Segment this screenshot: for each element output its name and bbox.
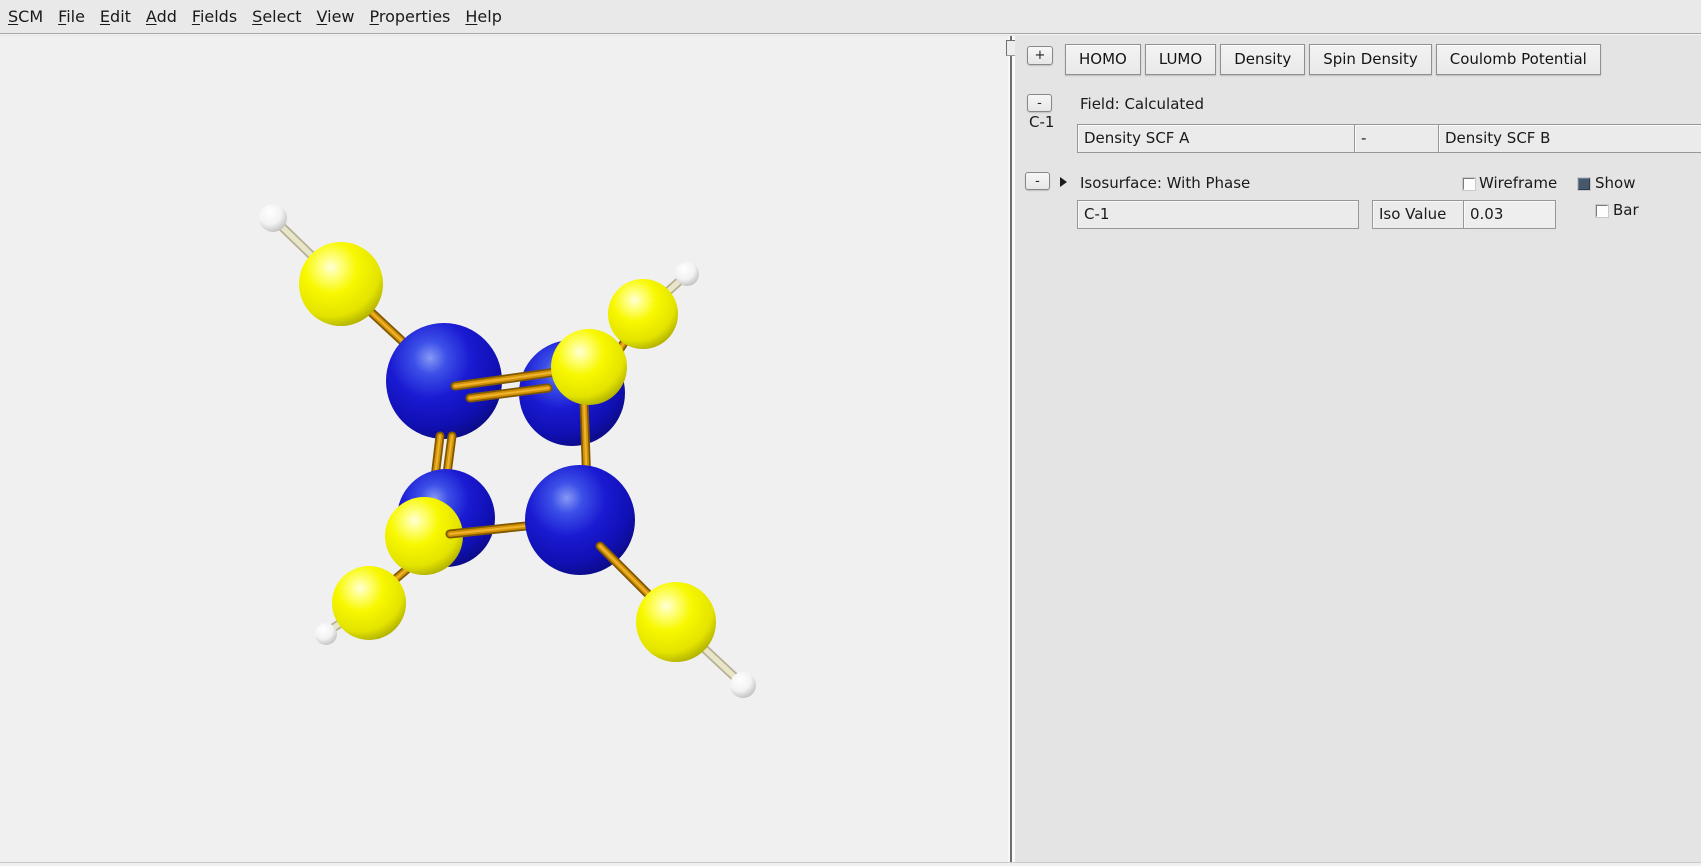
tab-spin-density[interactable]: Spin Density <box>1309 44 1432 75</box>
menu-item-file[interactable]: File <box>58 7 85 26</box>
field-id-label: C-1 <box>1029 113 1055 131</box>
atom-hydrogen[interactable] <box>315 623 337 645</box>
bar-checkbox[interactable] <box>1596 205 1608 217</box>
tab-coulomb-potential[interactable]: Coulomb Potential <box>1435 44 1601 75</box>
menubar: SCM File Edit Add Fields Select View Properties… <box>0 0 1701 33</box>
panel-splitter[interactable] <box>1006 36 1019 862</box>
window-bottom-edge <box>0 862 1701 866</box>
field-preset-tabs: HOMO LUMO Density Spin Density Coulomb Poten… <box>1065 44 1601 75</box>
wireframe-checkbox[interactable] <box>1463 178 1475 190</box>
fields-panel: + HOMO LUMO Density Spin Density Coulomb Pot… <box>1015 36 1701 862</box>
molecule-viewport[interactable] <box>0 36 1008 862</box>
menu-item-select[interactable]: Select <box>252 7 301 26</box>
tab-homo[interactable]: HOMO <box>1065 44 1141 75</box>
show-checkbox[interactable] <box>1578 178 1590 190</box>
wireframe-checkbox-label[interactable]: Wireframe <box>1479 175 1557 192</box>
menu-item-scm[interactable]: SCM <box>8 7 43 26</box>
atom-sulfur[interactable] <box>332 566 406 640</box>
atom-hydrogen[interactable] <box>675 262 699 286</box>
atom-sulfur[interactable] <box>299 242 383 326</box>
field-operands-row: Density SCF A - Density SCF B <box>1077 124 1701 153</box>
iso-value-input[interactable]: 0.03 <box>1463 200 1556 229</box>
bar-checkbox-label[interactable]: Bar <box>1613 202 1639 219</box>
isosurface-section-title: Isosurface: With Phase <box>1080 174 1251 192</box>
atom-sulfur[interactable] <box>551 329 627 405</box>
menu-item-properties[interactable]: Properties <box>370 7 451 26</box>
menu-item-fields[interactable]: Fields <box>192 7 237 26</box>
molecule-3d-scene <box>259 204 756 698</box>
atom-sulfur[interactable] <box>636 582 716 662</box>
application-window: SCM File Edit Add Fields Select View Properties… <box>0 0 1701 866</box>
density-scf-a-select[interactable]: Density SCF A <box>1077 124 1355 153</box>
isosurface-name-input[interactable]: C-1 <box>1077 200 1359 229</box>
tab-density[interactable]: Density <box>1220 44 1306 75</box>
remove-isosurface-button[interactable]: - <box>1025 172 1050 190</box>
field-operator-select[interactable]: - <box>1354 124 1439 153</box>
menu-item-view[interactable]: View <box>317 7 355 26</box>
menu-item-help[interactable]: Help <box>465 7 501 26</box>
density-scf-b-select[interactable]: Density SCF B <box>1438 124 1701 153</box>
atom-hydrogen[interactable] <box>259 204 287 232</box>
remove-field-button[interactable]: - <box>1027 94 1052 112</box>
expander-triangle-icon[interactable] <box>1060 177 1067 187</box>
menu-item-add[interactable]: Add <box>146 7 177 26</box>
add-field-button[interactable]: + <box>1027 46 1053 65</box>
atom-hydrogen[interactable] <box>730 672 756 698</box>
show-checkbox-label[interactable]: Show <box>1595 175 1635 192</box>
menu-item-edit[interactable]: Edit <box>100 7 131 26</box>
tab-lumo[interactable]: LUMO <box>1144 44 1217 75</box>
field-section-title: Field: Calculated <box>1080 95 1205 113</box>
iso-value-label: Iso Value <box>1372 200 1464 229</box>
atom-sulfur[interactable] <box>608 279 678 349</box>
